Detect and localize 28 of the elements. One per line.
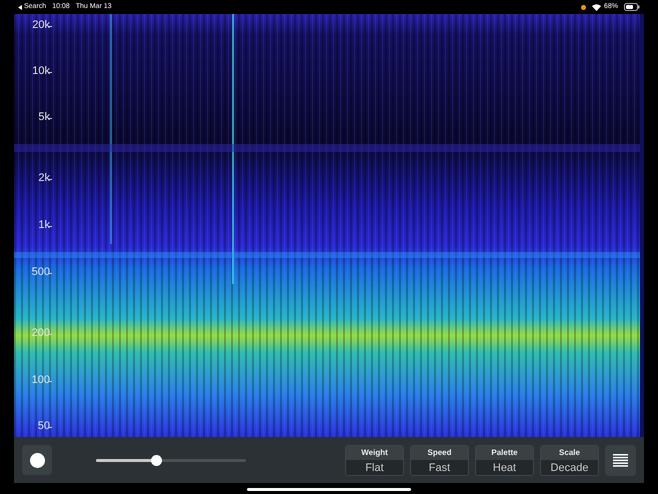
option-label: Scale bbox=[541, 446, 598, 460]
axis-label: 1k bbox=[38, 220, 50, 231]
slider-thumb[interactable] bbox=[150, 454, 162, 466]
axis-label: 10k bbox=[32, 66, 50, 77]
option-label: Palette bbox=[476, 446, 533, 460]
axis-label: 2k bbox=[38, 173, 50, 184]
battery-icon bbox=[624, 3, 640, 11]
option-label: Speed bbox=[411, 446, 468, 460]
record-button[interactable] bbox=[22, 445, 52, 475]
option-button[interactable]: Speed Fast bbox=[410, 444, 469, 476]
option-button[interactable]: Weight Flat bbox=[345, 444, 404, 476]
back-icon[interactable] bbox=[18, 4, 22, 10]
axis-label: 200 bbox=[32, 328, 50, 339]
axis-label: 100 bbox=[32, 375, 50, 386]
option-label: Weight bbox=[346, 446, 403, 460]
axis-label: 20k bbox=[32, 20, 50, 31]
menu-button[interactable] bbox=[605, 444, 636, 476]
option-value: Flat bbox=[364, 460, 385, 474]
option-value: Decade bbox=[550, 460, 590, 474]
option-button[interactable]: Palette Heat bbox=[475, 444, 534, 476]
axis-label: 5k bbox=[38, 112, 50, 123]
wifi-icon bbox=[592, 4, 601, 10]
axis-label: 50 bbox=[38, 421, 50, 432]
menu-icon bbox=[613, 454, 628, 466]
option-value: Heat bbox=[492, 460, 518, 474]
axis-label: 500 bbox=[32, 267, 50, 278]
option-value: Fast bbox=[428, 460, 452, 474]
option-button[interactable]: Scale Decade bbox=[540, 444, 599, 476]
